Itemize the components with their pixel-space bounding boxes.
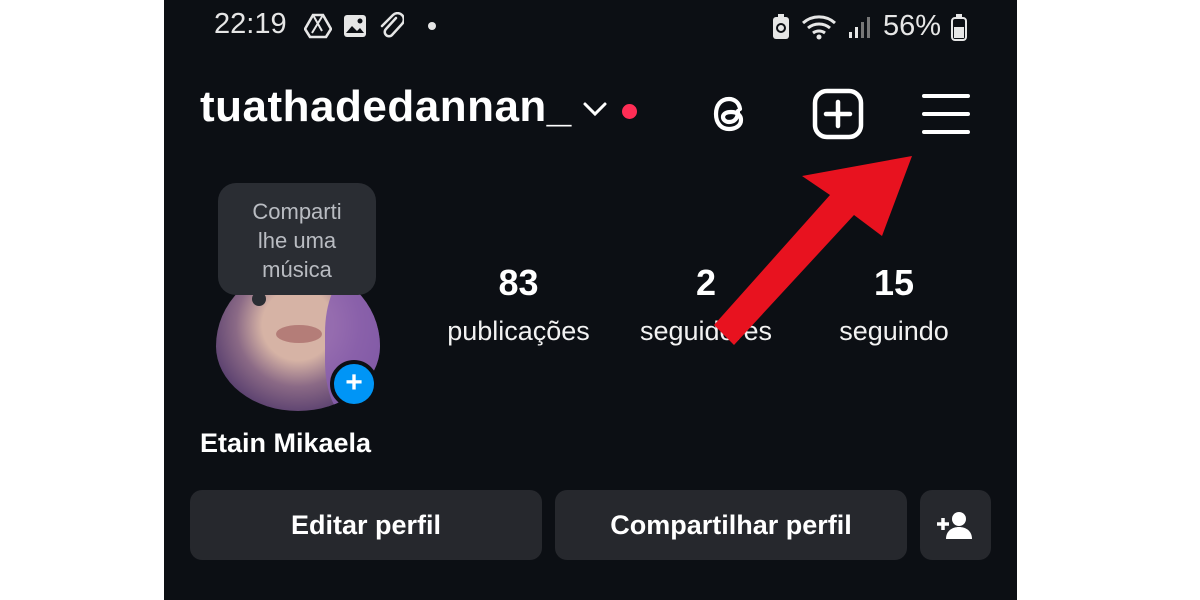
stat-following[interactable]: 15 seguindo [804,262,984,347]
notification-badge [622,104,637,119]
note-line-3: música [262,257,332,282]
username[interactable]: tuathadedannan_ [200,82,572,132]
menu-button[interactable] [918,86,974,142]
wifi-icon [801,14,836,39]
note-tooltip[interactable]: Comparti lhe uma música [218,183,376,295]
instagram-profile-screen: 22:19 56% tuathadedannan_ Comparti lhe u… [164,0,1017,600]
stat-label: seguidores [639,316,773,346]
stat-posts[interactable]: 83 publicações [426,262,611,347]
battery-percent: 56% [882,10,941,42]
add-person-icon [936,512,972,539]
signal-icon [848,16,870,38]
note-line-2: lhe uma [257,228,337,253]
add-person-button[interactable] [920,490,991,560]
drive-icon [304,13,332,39]
stat-label: publicações [447,316,590,346]
threads-button[interactable] [704,88,756,140]
stat-label: seguindo [839,316,949,346]
share-profile-button[interactable]: Compartilhar perfil [555,490,907,560]
note-line-1: Comparti [252,199,342,224]
add-story-button[interactable]: + [330,360,378,408]
stat-value: 83 [498,262,539,303]
display-name: Etain Mikaela [200,428,372,458]
paperclip-icon [380,12,404,38]
create-post-button[interactable] [810,86,866,142]
notification-dot-icon [428,22,436,30]
battery-icon [951,13,967,41]
battery-saver-icon [772,13,789,39]
threads-icon [713,96,744,132]
chevron-down-icon[interactable] [582,100,608,118]
status-right: 56% [771,10,967,43]
gallery-icon [344,15,366,37]
stat-value: 15 [873,262,915,303]
plus-square-icon [812,88,864,140]
status-left-icons [304,12,436,40]
hamburger-menu-icon [922,94,970,134]
stat-value: 2 [695,262,717,303]
avatar-lips [276,325,322,343]
stat-followers[interactable]: 2 seguidores [616,262,796,347]
note-bubble-dot [252,292,266,306]
status-time: 22:19 [214,8,287,40]
edit-profile-button[interactable]: Editar perfil [190,490,542,560]
